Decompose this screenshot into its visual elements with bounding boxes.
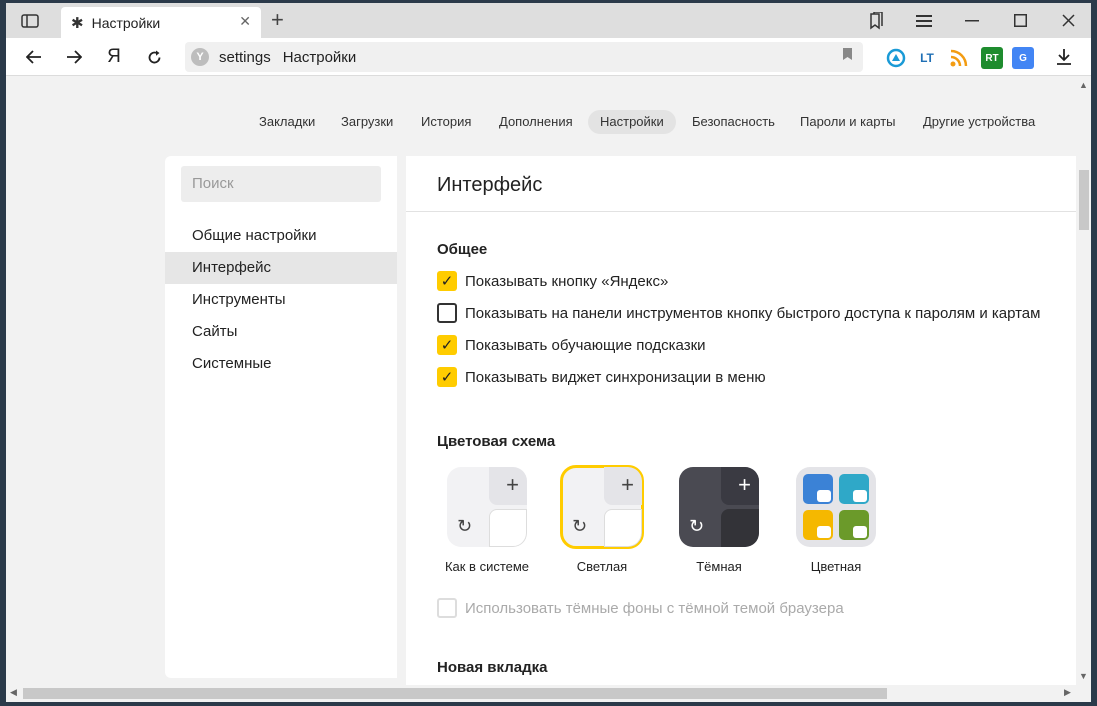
settings-content: Интерфейс Общее ✓ Показывать кнопку «Янд… [406, 156, 1076, 685]
divider [406, 211, 1076, 212]
sidebar-item-interface[interactable]: Интерфейс [165, 252, 397, 284]
nav-devices[interactable]: Другие устройства [911, 110, 1047, 134]
reload-icon: ↻ [689, 516, 705, 536]
tab-strip: ✱ Настройки ✕ + [6, 3, 1091, 38]
theme-dark[interactable]: + ↻ Тёмная [664, 467, 774, 574]
horizontal-scrollbar[interactable]: ◀ ▶ [6, 685, 1091, 702]
theme-system-preview: + ↻ [447, 467, 527, 547]
nav-passwords[interactable]: Пароли и карты [788, 110, 908, 134]
nav-downloads[interactable]: Загрузки [329, 110, 405, 134]
scroll-thumb[interactable] [23, 688, 887, 699]
settings-page: Закладки Загрузки История Дополнения Нас… [6, 77, 1076, 685]
option-show-sync-widget[interactable]: ✓ Показывать виджет синхронизации в меню [437, 366, 766, 388]
theme-label: Цветная [810, 559, 862, 574]
checkbox-checked-icon[interactable]: ✓ [437, 271, 457, 291]
yandex-button[interactable]: Я [99, 44, 129, 70]
theme-colored-preview [796, 467, 876, 547]
theme-system[interactable]: + ↻ Как в системе [432, 467, 542, 574]
checkbox-checked-icon[interactable]: ✓ [437, 335, 457, 355]
bookmark-icon[interactable] [842, 47, 853, 64]
scroll-down-icon[interactable]: ▼ [1079, 671, 1088, 681]
option-show-yandex-button[interactable]: ✓ Показывать кнопку «Яндекс» [437, 270, 668, 292]
menu-icon[interactable] [906, 3, 942, 38]
translate-icon[interactable]: G [1012, 47, 1034, 69]
theme-dark-preview: + ↻ [679, 467, 759, 547]
plus-icon: + [506, 472, 519, 497]
theme-label: Светлая [576, 559, 628, 574]
minimize-icon[interactable] [954, 3, 990, 38]
section-color-scheme-title: Цветовая схема [437, 433, 556, 450]
plus-icon: + [621, 472, 634, 497]
protect-icon[interactable]: Y [191, 48, 209, 66]
tab-settings[interactable]: ✱ Настройки ✕ [61, 7, 261, 38]
nav-bookmarks[interactable]: Закладки [247, 110, 327, 134]
scroll-up-icon[interactable]: ▲ [1079, 80, 1088, 90]
option-label: Показывать обучающие подсказки [465, 336, 706, 354]
reload-icon[interactable] [139, 44, 169, 70]
settings-nav: Закладки Загрузки История Дополнения Нас… [6, 110, 1076, 134]
address-url: settings [219, 48, 271, 66]
vertical-scrollbar[interactable]: ▲ ▼ [1076, 77, 1091, 685]
search-input[interactable]: Поиск [181, 166, 381, 202]
lt-icon[interactable]: LT [916, 47, 938, 69]
reload-icon: ↻ [572, 516, 588, 536]
address-page-title: Настройки [282, 48, 357, 66]
checkbox-unchecked-icon[interactable] [437, 303, 457, 323]
settings-sidebar: Поиск Общие настройки Интерфейс Инструме… [165, 156, 397, 678]
bookmarks-manager-icon[interactable] [858, 3, 894, 38]
theme-light-preview: + ↻ [560, 465, 644, 549]
theme-light[interactable]: + ↻ Светлая [547, 465, 657, 574]
sidebar-toggle-icon[interactable] [12, 3, 48, 38]
option-label: Показывать кнопку «Яндекс» [465, 272, 669, 290]
section-new-tab-title: Новая вкладка [437, 659, 548, 676]
page-title: Интерфейс [437, 174, 543, 196]
option-label: Использовать тёмные фоны с тёмной темой … [465, 599, 844, 617]
option-show-passwords-button[interactable]: Показывать на панели инструментов кнопку… [437, 302, 1040, 324]
sidebar-item-tools[interactable]: Инструменты [165, 284, 397, 316]
browser-window: ✱ Настройки ✕ + Я Y settings Настройки L… [6, 3, 1091, 702]
nav-settings[interactable]: Настройки [588, 110, 676, 134]
toolbar: Я Y settings Настройки LT RT G [6, 38, 1091, 76]
nav-security[interactable]: Безопасность [680, 110, 787, 134]
theme-label: Как в системе [444, 559, 530, 574]
reload-icon: ↻ [457, 516, 473, 536]
section-general-title: Общее [437, 241, 488, 258]
close-icon[interactable]: ✕ [239, 13, 251, 30]
plus-icon: + [738, 472, 751, 497]
scroll-right-icon[interactable]: ▶ [1064, 687, 1071, 698]
theme-colored[interactable]: Цветная [781, 467, 891, 574]
theme-label: Тёмная [696, 559, 742, 574]
nav-extensions[interactable]: Дополнения [487, 110, 585, 134]
sidebar-item-system[interactable]: Системные [165, 348, 397, 380]
option-label: Показывать виджет синхронизации в меню [465, 368, 766, 386]
option-show-tips[interactable]: ✓ Показывать обучающие подсказки [437, 334, 706, 356]
checkbox-disabled-icon [437, 598, 457, 618]
option-dark-backgrounds: Использовать тёмные фоны с тёмной темой … [437, 597, 844, 619]
new-tab-icon[interactable]: + [271, 7, 284, 33]
back-icon[interactable] [19, 44, 49, 70]
address-bar[interactable]: Y settings Настройки [185, 42, 863, 72]
forward-icon[interactable] [59, 44, 89, 70]
maximize-icon[interactable] [1002, 3, 1038, 38]
nav-history[interactable]: История [409, 110, 483, 134]
sidebar-item-general[interactable]: Общие настройки [165, 220, 397, 252]
gear-icon: ✱ [71, 14, 84, 32]
downloads-icon[interactable] [1049, 44, 1079, 70]
scroll-left-icon[interactable]: ◀ [10, 687, 17, 698]
air-icon[interactable] [885, 47, 907, 69]
rt-icon[interactable]: RT [981, 47, 1003, 69]
rss-icon[interactable] [948, 47, 970, 69]
scroll-thumb[interactable] [1079, 170, 1089, 230]
option-label: Показывать на панели инструментов кнопку… [465, 304, 1041, 322]
sidebar-item-sites[interactable]: Сайты [165, 316, 397, 348]
close-window-icon[interactable] [1050, 3, 1086, 38]
tab-title: Настройки [91, 14, 161, 31]
checkbox-checked-icon[interactable]: ✓ [437, 367, 457, 387]
